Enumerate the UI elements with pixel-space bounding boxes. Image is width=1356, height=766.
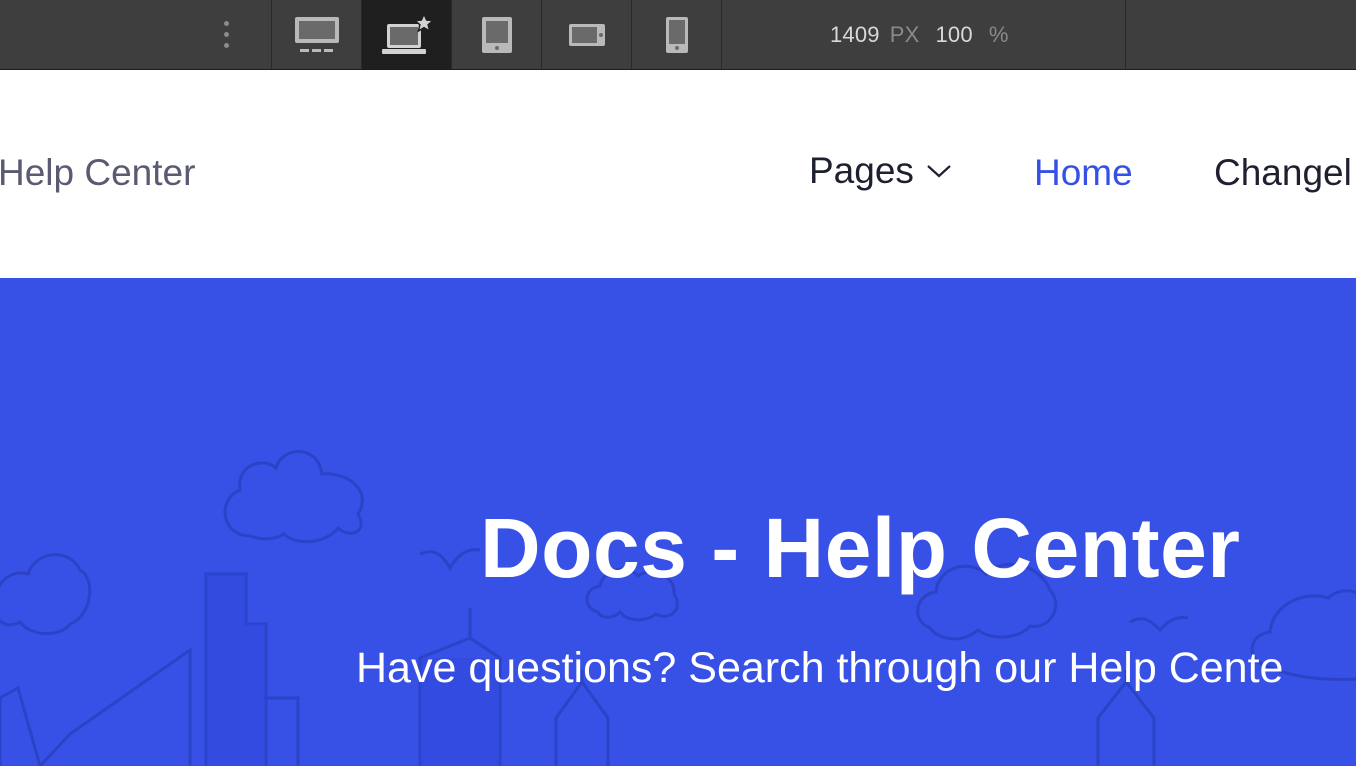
chevron-down-icon <box>927 165 951 178</box>
zoom-unit: % <box>988 22 1009 47</box>
hero-title: Docs - Help Center <box>480 501 1241 595</box>
nav-pages-label: Pages <box>809 150 914 191</box>
phone-portrait-icon <box>665 16 688 53</box>
nav-link-changelog[interactable]: Changel <box>1214 152 1352 194</box>
breakpoint-tablet-button[interactable] <box>452 0 541 69</box>
canvas-size-readout: 1409 PX 100 % <box>830 22 1009 48</box>
toolbar-divider <box>1125 0 1126 69</box>
nav-link-home[interactable]: Home <box>1034 152 1133 194</box>
hero-subtitle: Have questions? Search through our Help … <box>356 644 1284 692</box>
phone-landscape-icon <box>568 23 605 46</box>
zoom-value[interactable]: 100 <box>936 22 973 48</box>
more-options-icon[interactable] <box>212 14 240 54</box>
toolbar-divider <box>721 0 722 69</box>
width-unit: PX <box>889 22 920 47</box>
breakpoint-mobile-portrait-button[interactable] <box>632 0 721 69</box>
nav-pages-dropdown[interactable]: Pages <box>809 150 952 192</box>
monitor-icon <box>294 16 339 52</box>
site-header <box>0 70 1356 278</box>
brand-logo-text[interactable]: Help Center <box>0 152 195 194</box>
laptop-star-icon <box>381 11 435 54</box>
breakpoint-desktop-base-button[interactable] <box>362 0 451 69</box>
width-value[interactable]: 1409 <box>830 22 880 48</box>
breakpoint-desktop-wide-button[interactable] <box>272 0 361 69</box>
breakpoint-mobile-landscape-button[interactable] <box>542 0 631 69</box>
hero-section: Docs - Help Center Have questions? Searc… <box>0 278 1356 766</box>
designer-toolbar: 1409 PX 100 % <box>0 0 1356 70</box>
tablet-icon <box>481 16 512 53</box>
